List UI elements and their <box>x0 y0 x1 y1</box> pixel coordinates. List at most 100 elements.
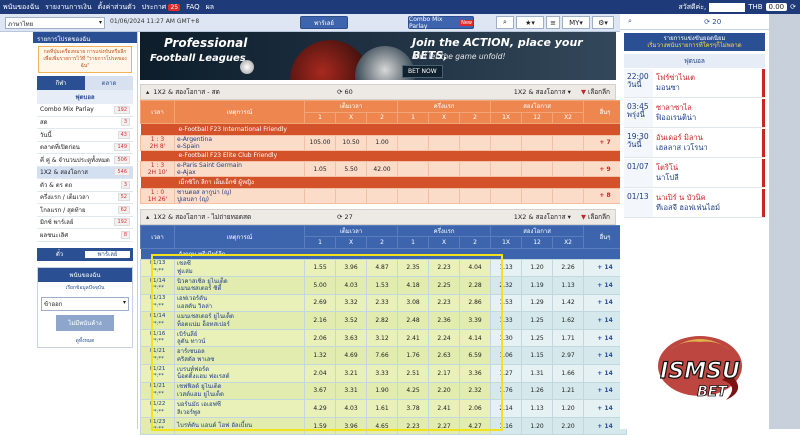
match-teams[interactable]: เบรนท์ฟอร์ดน็อตติ้งแฮม ฟอเรสต์ <box>175 365 305 383</box>
odds-cell[interactable]: 1.25 <box>522 312 553 330</box>
sidebar-item[interactable]: โกลแรก / สุดท้าย62 <box>37 204 133 217</box>
odds-cell[interactable]: 4.27 <box>460 417 491 435</box>
star-icon[interactable]: ★▾ <box>516 16 544 29</box>
popular-match[interactable]: 03:45พรุ่งนี้ซาลาซาไลฟิออเรนติน่า <box>624 99 765 128</box>
sidebar-item[interactable]: มิกซ์ พาร์เลย์192 <box>37 217 133 230</box>
nav-settings[interactable]: ตั้งค่าส่วนตัว <box>95 2 139 13</box>
odds-cell[interactable]: 1.13 <box>553 277 584 295</box>
popular-match[interactable]: 19:30วันนี้อันเดอร์ มิลานเฮลลาส เวโรนา <box>624 129 765 158</box>
odds-cell[interactable]: 1.21 <box>553 382 584 400</box>
odds-cell[interactable]: 2.20 <box>429 382 460 400</box>
nonlive-market-select[interactable]: 1X2 & สองโอกาส ▾ <box>514 212 571 222</box>
popular-search[interactable]: ⌕ ⟳ 20 <box>620 14 769 30</box>
odds-cell[interactable]: 105.00 <box>305 135 336 150</box>
nav-my-bets[interactable]: พนันของฉัน <box>0 2 42 13</box>
odds-cell[interactable]: 1.20 <box>553 400 584 418</box>
odds-cell[interactable] <box>491 188 522 203</box>
odds-cell[interactable] <box>553 162 584 177</box>
odds-cell[interactable] <box>398 188 429 203</box>
match-teams[interactable]: เชลซีฟูแล่ม <box>175 259 305 277</box>
bet-type-single[interactable]: ตั๋ว <box>37 249 82 259</box>
match-teams[interactable]: e-Argentinae-Spain <box>175 135 305 150</box>
odds-cell[interactable]: 3.08 <box>398 294 429 312</box>
refresh-icon[interactable]: ⟳ <box>790 3 796 11</box>
odds-cell[interactable]: 1.90 <box>367 382 398 400</box>
odds-cell[interactable] <box>522 135 553 150</box>
sidebar-item[interactable]: 1X2 & สองโอกาส546 <box>37 167 133 180</box>
odds-cell[interactable] <box>522 162 553 177</box>
odds-cell[interactable]: 2.26 <box>553 259 584 277</box>
odds-cell[interactable]: 1.61 <box>367 400 398 418</box>
odds-cell[interactable] <box>460 135 491 150</box>
odds-cell[interactable]: 3.96 <box>336 259 367 277</box>
odds-cell[interactable]: 1.20 <box>522 259 553 277</box>
match-teams[interactable]: e-Paris Saint Germaine-Ajax <box>175 162 305 177</box>
odds-cell[interactable]: 1.76 <box>398 347 429 365</box>
odds-cell[interactable] <box>553 135 584 150</box>
odds-cell[interactable]: 1.29 <box>522 294 553 312</box>
odds-cell[interactable]: 10.50 <box>336 135 367 150</box>
odds-cell[interactable] <box>553 188 584 203</box>
odds-cell[interactable]: 2.35 <box>398 259 429 277</box>
odds-cell[interactable]: 1.32 <box>305 347 336 365</box>
odds-cell[interactable]: 1.00 <box>367 135 398 150</box>
odds-cell[interactable]: 4.04 <box>460 259 491 277</box>
odds-cell[interactable]: 3.12 <box>367 329 398 347</box>
nonlive-league-filter[interactable]: ▼ เลือกลีก <box>581 212 610 222</box>
odds-cell[interactable]: 7.66 <box>367 347 398 365</box>
odds-cell[interactable]: 1.06 <box>491 347 522 365</box>
sidebar-item[interactable]: วันนี้43 <box>37 129 133 142</box>
odds-cell[interactable]: 2.48 <box>398 312 429 330</box>
odds-cell[interactable]: 2.17 <box>429 365 460 383</box>
odds-cell[interactable]: 3.31 <box>336 382 367 400</box>
odds-cell[interactable]: 1.53 <box>367 277 398 295</box>
tab-parlay[interactable]: พาร์เลย์ <box>300 16 348 29</box>
sidebar-item[interactable]: ครึ่งแรก / เต็มเวลา52 <box>37 192 133 205</box>
odds-cell[interactable]: 1.13 <box>522 400 553 418</box>
odds-cell[interactable] <box>429 135 460 150</box>
odds-cell[interactable]: 4.18 <box>398 277 429 295</box>
odds-cell[interactable]: 2.27 <box>429 417 460 435</box>
odds-cell[interactable] <box>336 188 367 203</box>
odds-cell[interactable]: 2.06 <box>305 329 336 347</box>
odds-cell[interactable]: 1.55 <box>305 259 336 277</box>
odds-cell[interactable]: 1.13 <box>491 259 522 277</box>
settings-icon[interactable]: ⚙▾ <box>592 16 614 29</box>
collapse-icon[interactable]: ▴ <box>146 213 149 221</box>
odds-cell[interactable]: 1.05 <box>305 162 336 177</box>
collapse-icon[interactable]: ▴ <box>146 88 149 96</box>
bet-now-button[interactable]: BET NOW <box>402 65 443 78</box>
odds-cell[interactable]: 5.00 <box>305 277 336 295</box>
odds-cell[interactable]: 1.30 <box>491 329 522 347</box>
odds-cell[interactable]: 2.25 <box>429 277 460 295</box>
odds-cell[interactable]: 3.67 <box>305 382 336 400</box>
odds-cell[interactable]: 1.66 <box>553 365 584 383</box>
odds-cell[interactable] <box>367 188 398 203</box>
tab-combo-mix-parlay[interactable]: Combo Mix ParlayNew <box>408 16 474 29</box>
odds-cell[interactable]: 3.78 <box>398 400 429 418</box>
odds-cell[interactable]: 4.25 <box>398 382 429 400</box>
odds-cell[interactable]: 2.97 <box>553 347 584 365</box>
odds-cell[interactable]: 2.41 <box>398 329 429 347</box>
odds-cell[interactable] <box>398 135 429 150</box>
odds-cell[interactable]: 2.41 <box>429 400 460 418</box>
sidebar-item[interactable]: คี่ คู่ & จำนวนประตูทั้งหมด506 <box>37 154 133 167</box>
odds-cell[interactable]: 1.27 <box>491 365 522 383</box>
odds-cell[interactable]: 3.32 <box>336 294 367 312</box>
odds-cell[interactable]: 3.63 <box>336 329 367 347</box>
sort-icon[interactable]: ≡ <box>546 16 560 29</box>
odds-cell[interactable]: 1.33 <box>491 312 522 330</box>
odds-cell[interactable]: 2.23 <box>398 417 429 435</box>
odds-cell[interactable]: 3.33 <box>367 365 398 383</box>
match-teams[interactable]: อาร์เซนอลคริสตัล พาเลซ <box>175 347 305 365</box>
odds-cell[interactable]: 6.59 <box>460 347 491 365</box>
match-teams[interactable]: ไบรท์ตัน แอนด์ โฮฟ อัลเบี้ยน <box>175 417 305 435</box>
match-teams[interactable]: แมนเชสเตอร์ ยูไนเต็ดท็อตแน่ม ฮ็อทสเปอร์ <box>175 312 305 330</box>
popular-match[interactable]: 22:00วันนี้โฟร์ซ่าไนเตมอนซา <box>624 69 765 98</box>
odds-cell[interactable]: 2.32 <box>491 277 522 295</box>
odds-cell[interactable]: 4.87 <box>367 259 398 277</box>
odds-cell[interactable]: 4.29 <box>305 400 336 418</box>
match-teams[interactable]: เบิร์นลีย์ลูตัน ทาวน์ <box>175 329 305 347</box>
refresh-link[interactable]: เรียกข้อมูลปัจจุบัน <box>38 282 132 294</box>
bet-type-parlay[interactable]: พาร์เลย์ <box>84 250 131 259</box>
